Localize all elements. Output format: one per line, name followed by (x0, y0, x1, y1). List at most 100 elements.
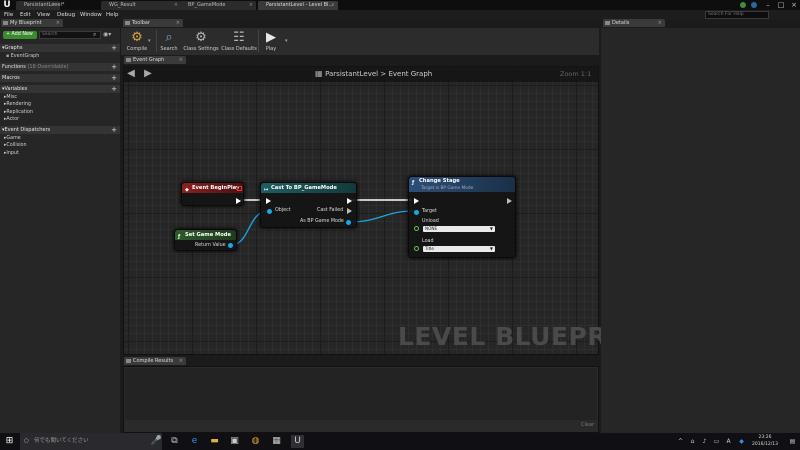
object-pin[interactable] (267, 209, 272, 214)
unreal-editor-taskbar-icon[interactable]: U (291, 435, 304, 448)
close-icon[interactable]: × (53, 1, 57, 10)
source-control-icon[interactable] (740, 2, 746, 8)
blueprint-search-input[interactable]: Search (39, 31, 101, 39)
section-variables[interactable]: ▾Variables + (0, 85, 120, 93)
exec-in-pin[interactable] (414, 198, 419, 204)
notification-icon[interactable] (751, 2, 757, 8)
unload-dropdown[interactable]: NONE ▼ (423, 226, 495, 232)
section-event-dispatchers[interactable]: ▾Event Dispatchers + (0, 126, 120, 134)
doc-tab-level-blueprint[interactable]: ParsistantLevel - Level Bl... × (258, 1, 338, 10)
dispatcher-category[interactable]: ▸Input (0, 150, 120, 157)
view-options-icon[interactable]: ◉▾ (103, 31, 117, 39)
section-functions[interactable]: Functions (18 Overridable) + (0, 63, 120, 71)
clear-button[interactable]: Clear (581, 422, 594, 428)
as-gamemode-pin[interactable] (346, 220, 351, 225)
add-macro-icon[interactable]: + (111, 74, 117, 82)
graph-tab-bar (121, 55, 599, 65)
doc-tab-wg-result[interactable]: WG_Result × (101, 1, 181, 10)
maximize-icon[interactable]: □ (775, 0, 787, 10)
close-icon[interactable]: × (658, 19, 662, 27)
taskbar-search-input[interactable]: ○ 何でも聞いてください (20, 433, 162, 450)
store-icon[interactable]: ▣ (228, 435, 241, 448)
section-label: Event Dispatchers (4, 127, 51, 133)
add-graph-icon[interactable]: + (111, 44, 117, 52)
action-center-icon[interactable]: ▤ (786, 435, 799, 448)
tab-label: Toolbar (132, 20, 151, 26)
node-set-game-mode[interactable]: ƒ Set Game Mode Return Value (174, 229, 237, 251)
tab-my-blueprint[interactable]: My Blueprint × (1, 19, 63, 27)
close-window-icon[interactable]: × (788, 0, 800, 10)
close-icon[interactable]: × (179, 56, 183, 64)
class-defaults-button[interactable]: ☷ Class Defaults (221, 30, 257, 54)
details-icon (605, 21, 610, 25)
target-pin[interactable] (414, 210, 419, 215)
menu-bar (0, 10, 800, 20)
variable-category[interactable]: ▸Replication (0, 109, 120, 116)
close-icon[interactable]: × (176, 19, 180, 27)
notification-center-icon[interactable]: ◆ (735, 435, 748, 448)
node-cast-to-gamemode[interactable]: ↦ Cast To BP_GameMode Object Cast Failed … (260, 182, 357, 228)
add-dispatcher-icon[interactable]: + (111, 126, 117, 134)
class-settings-button[interactable]: ⚙ Class Settings (183, 30, 219, 54)
menu-help[interactable]: Help (106, 10, 119, 20)
search-help-input[interactable]: Search For Help (705, 11, 769, 19)
chrome-icon[interactable]: ◍ (249, 435, 262, 448)
tab-details[interactable]: Details × (603, 19, 665, 27)
microphone-icon[interactable]: 🎤 (150, 435, 163, 448)
play-options-chevron-icon[interactable]: ▾ (285, 38, 288, 44)
delegate-pin-icon[interactable] (237, 186, 242, 191)
back-arrow-icon[interactable]: ◀ (125, 68, 137, 80)
task-view-icon[interactable]: ⧉ (168, 435, 181, 448)
return-value-pin[interactable] (228, 243, 233, 248)
close-icon[interactable]: × (56, 19, 60, 27)
graph-canvas[interactable] (123, 66, 599, 355)
play-button[interactable]: ▶ Play (257, 30, 285, 54)
cast-failed-pin[interactable] (347, 208, 352, 214)
node-event-beginplay[interactable]: ◆ Event BeginPlay (181, 182, 244, 206)
close-icon[interactable]: × (249, 1, 253, 10)
dispatcher-category[interactable]: ▸Collision (0, 142, 120, 149)
forward-arrow-icon[interactable]: ▶ (142, 68, 154, 80)
section-graphs[interactable]: ▾Graphs + (0, 44, 120, 52)
variable-category[interactable]: ▸Misc (0, 94, 120, 101)
search-icon: ⌕ (93, 31, 97, 38)
tab-toolbar[interactable]: Toolbar × (123, 19, 183, 27)
taskbar-clock[interactable]: 23:26 2016/12/13 (748, 434, 782, 448)
unload-pin[interactable] (414, 226, 419, 231)
graph-item-eventgraph[interactable]: ▪ EventGraph (0, 53, 120, 60)
windows-start-icon[interactable]: ⊞ (3, 435, 16, 448)
language-icon[interactable]: A (722, 435, 735, 448)
load-dropdown[interactable]: Title ▼ (423, 246, 495, 252)
variable-category[interactable]: ▸Rendering (0, 101, 120, 108)
add-variable-icon[interactable]: + (111, 85, 117, 93)
tab-compile-results[interactable]: Compile Results × (124, 357, 186, 365)
dispatcher-category[interactable]: ▸Game (0, 135, 120, 142)
app-icon[interactable]: ▦ (270, 435, 283, 448)
node-change-stage[interactable]: ƒ Change Stage Target is BP Game Mode Tar… (408, 176, 516, 258)
level-icon: ▦ (315, 69, 326, 78)
dropdown-value: NONE (425, 226, 438, 231)
exec-out-pin[interactable] (236, 198, 241, 204)
doc-tab-level[interactable]: ParsistantLevel* × (16, 1, 64, 10)
variable-category[interactable]: ▸Actor (0, 116, 120, 123)
close-icon[interactable]: × (174, 1, 178, 10)
exec-out-pin[interactable] (507, 198, 512, 204)
add-new-button[interactable]: + Add New (3, 31, 37, 39)
minimize-icon[interactable]: – (762, 0, 774, 10)
search-button[interactable]: ⌕ Search (153, 30, 185, 54)
edge-browser-icon[interactable]: e (188, 435, 201, 448)
close-icon[interactable]: × (331, 1, 335, 10)
tab-event-graph[interactable]: Event Graph × (124, 56, 186, 64)
doc-tab-label: ParsistantLevel* (24, 2, 65, 8)
load-pin[interactable] (414, 246, 419, 251)
file-explorer-icon[interactable]: ▬ (208, 435, 221, 448)
section-macros[interactable]: Macros + (0, 74, 120, 82)
exec-out-pin[interactable] (347, 198, 352, 204)
menu-window[interactable]: Window (80, 10, 102, 20)
exec-in-pin[interactable] (266, 198, 271, 204)
add-function-icon[interactable]: + (111, 63, 117, 71)
close-icon[interactable]: × (179, 357, 183, 365)
compile-options-chevron-icon[interactable]: ▾ (148, 38, 151, 44)
doc-tab-gamemode[interactable]: BP_GameMode × (180, 1, 256, 10)
breadcrumb-root[interactable]: ParsistantLevel (325, 70, 378, 78)
